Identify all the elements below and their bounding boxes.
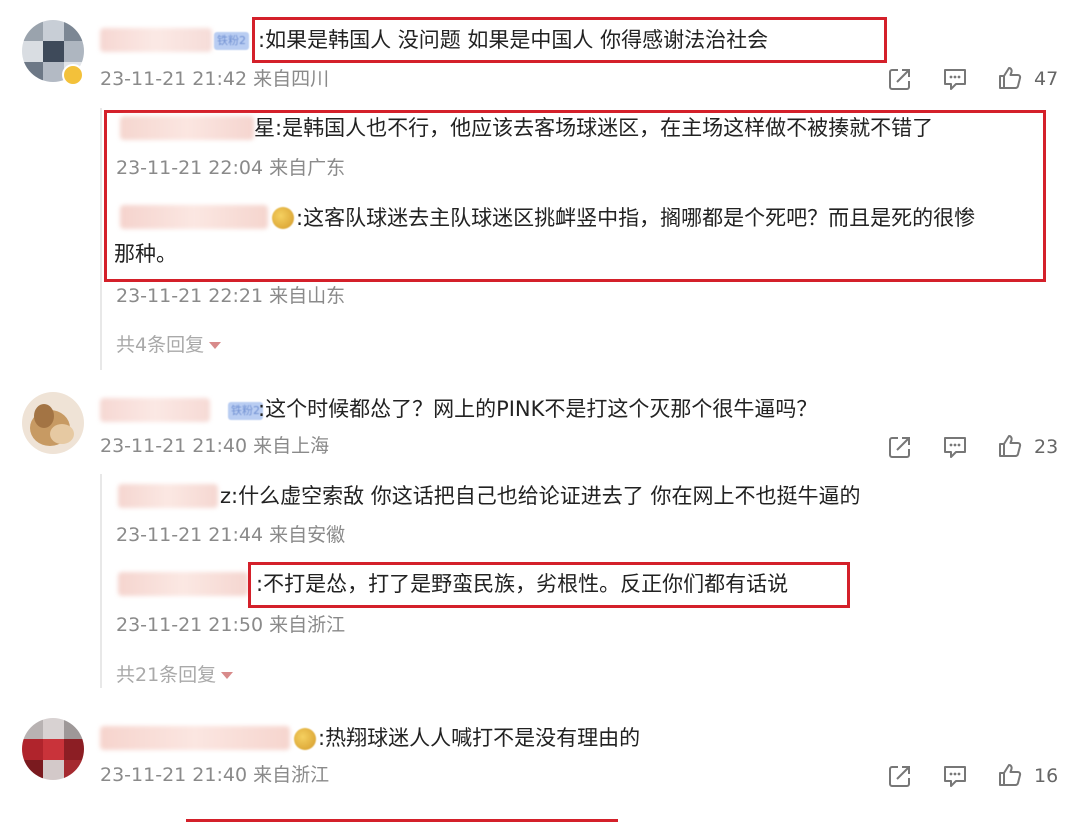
fan-badge: 铁粉2 [214, 32, 249, 50]
comment-meta: 23-11-21 21:40 来自浙江 [100, 764, 330, 786]
comment-icon[interactable] [942, 434, 968, 460]
emoji-icon [272, 207, 294, 229]
like-count: 47 [1034, 68, 1059, 90]
share-icon[interactable] [887, 66, 913, 92]
like-count: 16 [1034, 765, 1059, 787]
view-more-replies[interactable]: 共4条回复 [116, 332, 222, 358]
avatar[interactable] [22, 718, 84, 780]
view-more-replies-label: 共21条回复 [116, 664, 217, 686]
reply-meta: 23-11-21 22:21 来自山东 [116, 285, 346, 307]
view-more-replies-label: 共4条回复 [116, 334, 205, 356]
caret-down-icon [209, 342, 222, 349]
thumbs-up-icon[interactable] [997, 762, 1023, 788]
caret-down-icon [221, 672, 234, 679]
avatar-image [22, 392, 84, 454]
comment-meta: 23-11-21 21:40 来自上海 [100, 435, 330, 457]
reply-text: :这客队球迷去主队球迷区挑衅竖中指，搁哪都是个死吧？而且是死的很惨 [296, 206, 976, 230]
comment-text: :热翔球迷人人喊打不是没有理由的 [318, 726, 641, 750]
share-icon[interactable] [887, 434, 913, 460]
reply-thread-line [100, 474, 102, 688]
view-more-replies[interactable]: 共21条回复 [116, 662, 234, 688]
comment-meta: 23-11-21 21:42 来自四川 [100, 68, 330, 90]
username-blurred[interactable] [100, 398, 210, 422]
comment-icon[interactable] [942, 763, 968, 789]
reply-username-blurred[interactable] [118, 572, 248, 596]
comment-text: :如果是韩国人 没问题 如果是中国人 你得感谢法治社会 [258, 28, 769, 52]
reply-username-blurred[interactable] [120, 116, 254, 140]
reply-text: :不打是怂，打了是野蛮民族，劣根性。反正你们都有话说 [256, 572, 789, 596]
reply-meta: 23-11-21 21:44 来自安徽 [116, 524, 346, 546]
reply-meta: 23-11-21 21:50 来自浙江 [116, 614, 346, 636]
thumbs-up-icon[interactable] [997, 433, 1023, 459]
comment-text: :这个时候都怂了？网上的PINK不是打这个灭那个很牛逼吗？ [258, 397, 818, 421]
highlight-box-partial [186, 819, 618, 822]
reply-username-blurred[interactable] [120, 205, 268, 229]
reply-meta: 23-11-21 22:04 来自广东 [116, 157, 346, 179]
avatar[interactable] [22, 392, 84, 454]
username-blurred[interactable] [100, 726, 290, 750]
thumbs-up-icon[interactable] [997, 65, 1023, 91]
comment-icon[interactable] [942, 66, 968, 92]
emoji-icon [294, 728, 316, 750]
pixelated-avatar-image [22, 718, 84, 780]
reply-text-continued: 那种。 [114, 242, 177, 266]
share-icon[interactable] [887, 763, 913, 789]
username-blurred[interactable] [100, 28, 212, 52]
reply-text: 星:是韩国人也不行，他应该去客场球迷区，在主场这样做不被揍就不错了 [254, 116, 934, 140]
verified-badge-icon [62, 64, 84, 86]
reply-text: z:什么虚空索敌 你这话把自己也给论证进去了 你在网上不也挺牛逼的 [220, 484, 861, 508]
like-count: 23 [1034, 436, 1059, 458]
reply-username-blurred[interactable] [118, 484, 218, 508]
reply-thread-line [100, 108, 102, 370]
